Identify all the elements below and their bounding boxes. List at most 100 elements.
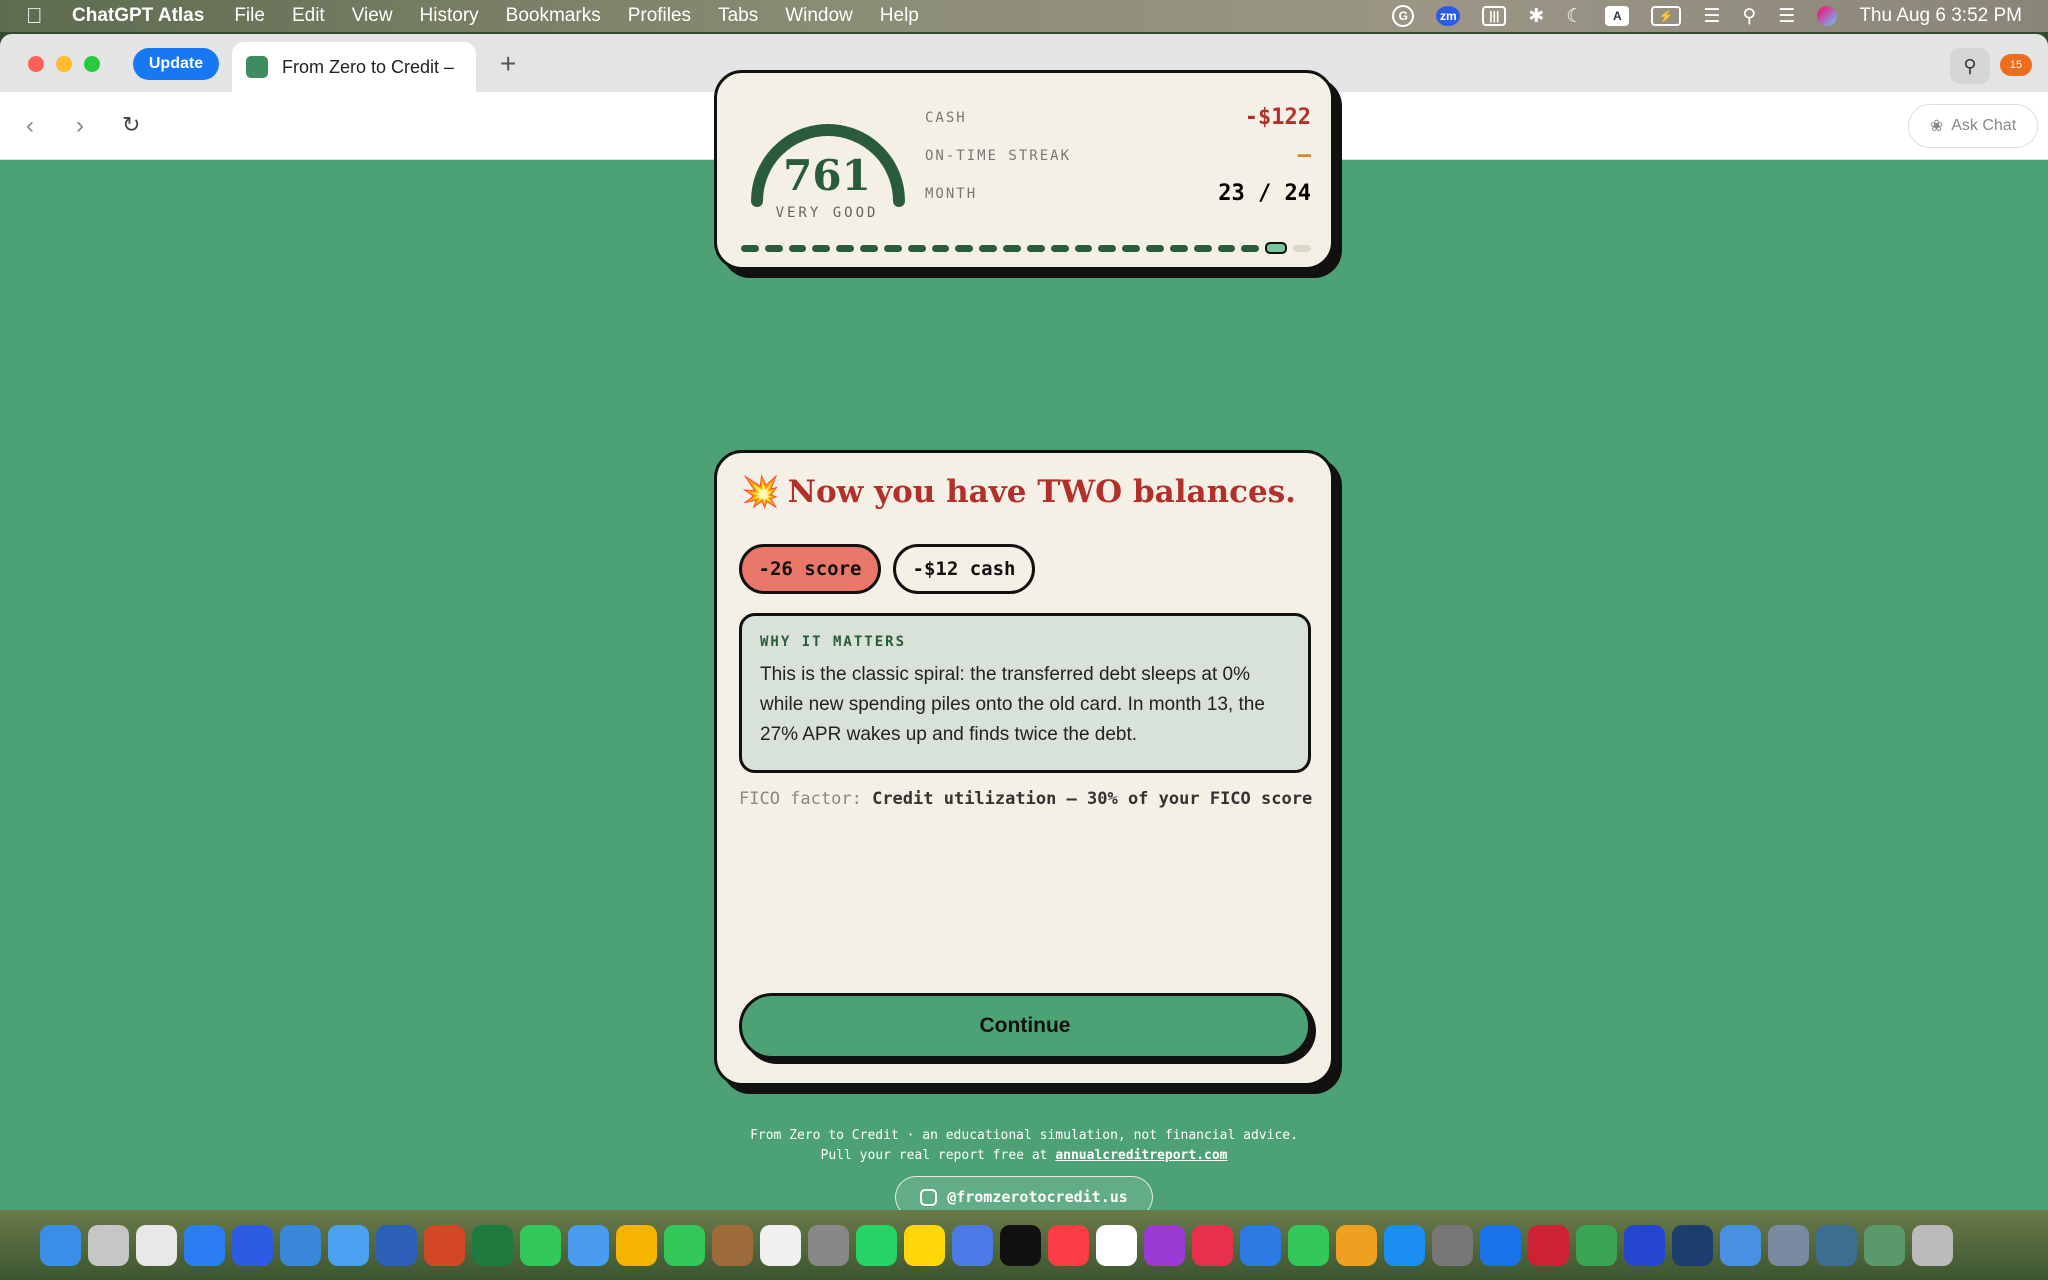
stat-cash-label: CASH [925, 109, 967, 126]
dock-app-icon[interactable] [904, 1224, 945, 1266]
battery-icon[interactable]: ⚡ [1651, 6, 1682, 26]
dock-app-icon[interactable] [1672, 1224, 1713, 1266]
siri-icon[interactable] [1817, 6, 1838, 26]
page-content: 761 VERY GOOD CASH -$122 ON-TIME STREAK … [0, 70, 2048, 1210]
fico-factor-label: FICO factor: [739, 789, 862, 809]
instagram-handle: @fromzerotocredit.us [947, 1188, 1128, 1206]
update-button[interactable]: Update [133, 48, 219, 80]
dock-app-icon[interactable] [712, 1224, 753, 1266]
dock-app-icon[interactable] [1288, 1224, 1329, 1266]
dock-app-icon[interactable] [1384, 1224, 1425, 1266]
dock-app-icon[interactable] [424, 1224, 465, 1266]
clock[interactable]: Thu Aug 6 3:52 PM [1859, 5, 2022, 27]
moon-icon[interactable]: ☾ [1566, 5, 1583, 28]
grammarly-icon[interactable]: G [1392, 5, 1415, 27]
stat-streak-label: ON-TIME STREAK [925, 147, 1072, 164]
stat-month: MONTH 23 / 24 [925, 181, 1311, 206]
battery-monitor-icon[interactable]: ||| [1482, 6, 1507, 26]
progress-segment [1241, 244, 1260, 252]
search-icon[interactable]: ⚲ [1742, 5, 1756, 28]
zoom-icon[interactable]: zm [1436, 6, 1461, 26]
wifi-icon[interactable]: ☰ [1703, 5, 1720, 28]
event-title-text: Now you have TWO balances. [787, 473, 1296, 510]
dock-app-icon[interactable] [1912, 1224, 1953, 1266]
dock-app-icon[interactable] [1624, 1224, 1665, 1266]
dock-app-icon[interactable] [1144, 1224, 1185, 1266]
dock-app-icon[interactable] [328, 1224, 369, 1266]
dock-app-icon[interactable] [760, 1224, 801, 1266]
progress-segment [764, 244, 783, 252]
explosion-icon: 💥 [741, 474, 780, 510]
instagram-link[interactable]: @fromzerotocredit.us [895, 1176, 1153, 1210]
score-rating: VERY GOOD [775, 205, 879, 221]
menu-help[interactable]: Help [880, 5, 919, 27]
dock-app-icon[interactable] [1432, 1224, 1473, 1266]
dock-app-icon[interactable] [1480, 1224, 1521, 1266]
dock-app-icon[interactable] [376, 1224, 417, 1266]
dock-app-icon[interactable] [568, 1224, 609, 1266]
apple-logo-icon[interactable]:  [26, 3, 56, 29]
progress-segment [955, 244, 974, 252]
tab-search-icon[interactable]: ⚲ [1950, 48, 1990, 84]
score-change-chip: -26 score [739, 544, 881, 594]
dock-app-icon[interactable] [1240, 1224, 1281, 1266]
menu-view[interactable]: View [352, 5, 393, 27]
dock-app-icon[interactable] [1000, 1224, 1041, 1266]
dock-app-icon[interactable] [1768, 1224, 1809, 1266]
footer-report-line: Pull your real report free at annualcred… [0, 1146, 2048, 1166]
menu-bookmarks[interactable]: Bookmarks [506, 5, 601, 27]
dock-app-icon[interactable] [472, 1224, 513, 1266]
dock-app-icon[interactable] [184, 1224, 225, 1266]
why-it-matters-box: WHY IT MATTERS This is the classic spira… [739, 613, 1311, 773]
dock-app-icon[interactable] [1528, 1224, 1569, 1266]
menu-tabs[interactable]: Tabs [718, 5, 758, 27]
progress-segment [1098, 244, 1117, 252]
dock-app-icon[interactable] [952, 1224, 993, 1266]
dock-app-icon[interactable] [1096, 1224, 1137, 1266]
dock-app-icon[interactable] [232, 1224, 273, 1266]
dock-app-icon[interactable] [88, 1224, 129, 1266]
dock-app-icon[interactable] [136, 1224, 177, 1266]
annualcreditreport-link[interactable]: annualcreditreport.com [1055, 1148, 1227, 1163]
ask-chat-button[interactable]: ❀ Ask Chat [1908, 104, 2038, 148]
dock-app-icon[interactable] [664, 1224, 705, 1266]
dock-app-icon[interactable] [1816, 1224, 1857, 1266]
cash-change-chip: -$12 cash [893, 544, 1035, 594]
menu-window[interactable]: Window [785, 5, 853, 27]
dock-app-icon[interactable] [40, 1224, 81, 1266]
menu-app-name[interactable]: ChatGPT Atlas [72, 5, 204, 27]
menu-edit[interactable]: Edit [292, 5, 325, 27]
dock-app-icon[interactable] [1720, 1224, 1761, 1266]
dock-app-icon[interactable] [1576, 1224, 1617, 1266]
dock-app-icon[interactable] [1192, 1224, 1233, 1266]
progress-segment [836, 244, 855, 252]
new-tab-icon[interactable]: + [500, 48, 516, 80]
progress-segment [1217, 244, 1236, 252]
dock-app-icon[interactable] [856, 1224, 897, 1266]
dock-app-icon[interactable] [1336, 1224, 1377, 1266]
menu-file[interactable]: File [234, 5, 265, 27]
maximize-window-button[interactable] [84, 56, 100, 72]
dock-app-icon[interactable] [1864, 1224, 1905, 1266]
bluetooth-icon[interactable]: ✱ [1528, 5, 1544, 28]
progress-segment [812, 244, 831, 252]
extension-badge[interactable]: 15 [2000, 54, 2032, 76]
progress-segment [1074, 244, 1093, 252]
why-it-matters-text: This is the classic spiral: the transfer… [760, 664, 1265, 745]
minimize-window-button[interactable] [56, 56, 72, 72]
menu-profiles[interactable]: Profiles [628, 5, 691, 27]
progress-segment [883, 244, 902, 252]
dock-app-icon[interactable] [808, 1224, 849, 1266]
progress-segment [1293, 244, 1311, 252]
tab-active[interactable]: From Zero to Credit – [232, 42, 476, 92]
menu-history[interactable]: History [420, 5, 479, 27]
dock-app-icon[interactable] [520, 1224, 561, 1266]
continue-button[interactable]: Continue [739, 993, 1311, 1059]
dock-app-icon[interactable] [616, 1224, 657, 1266]
dock-app-icon[interactable] [280, 1224, 321, 1266]
close-window-button[interactable] [28, 56, 44, 72]
keyboard-a-icon[interactable]: A [1605, 6, 1630, 26]
progress-segment [1193, 244, 1212, 252]
dock-app-icon[interactable] [1048, 1224, 1089, 1266]
control-center-icon[interactable]: ☰ [1778, 5, 1795, 28]
